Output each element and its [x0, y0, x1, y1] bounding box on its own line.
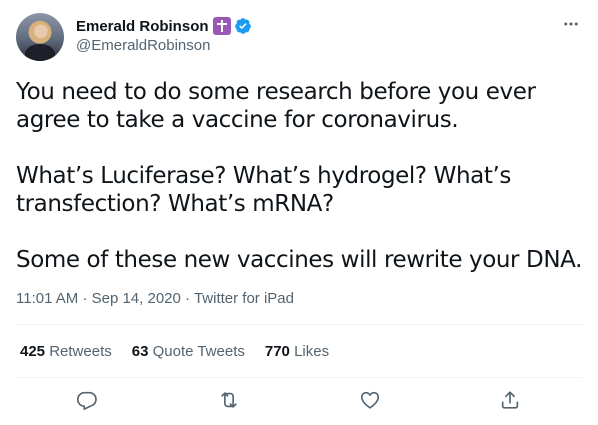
- quotes-count: 63: [131, 343, 149, 360]
- quotes-label: Quote Tweets: [152, 343, 245, 360]
- quotes-stat[interactable]: 63 Quote Tweets: [132, 343, 245, 360]
- avatar-figure: [25, 44, 55, 61]
- handle[interactable]: @EmeraldRobinson: [76, 37, 252, 54]
- share-button[interactable]: [499, 389, 523, 413]
- display-name[interactable]: Emerald Robinson: [76, 18, 209, 35]
- retweets-label: Retweets: [49, 343, 112, 360]
- reply-button[interactable]: [76, 389, 100, 413]
- reply-icon: [77, 391, 97, 410]
- likes-label: Likes: [294, 343, 330, 360]
- likes-count: 770: [264, 343, 290, 360]
- divider: [16, 377, 582, 378]
- tweet-date[interactable]: Sep 14, 2020: [92, 290, 181, 307]
- divider: [16, 324, 582, 325]
- more-options-icon[interactable]: [562, 15, 580, 33]
- tweet-source[interactable]: Twitter for iPad: [194, 290, 294, 307]
- retweets-count: 425: [20, 343, 46, 360]
- meta-separator: ·: [185, 290, 191, 307]
- retweet-button[interactable]: [218, 389, 242, 413]
- tweet-text: You need to do some research before you …: [16, 79, 582, 273]
- heart-icon: [360, 391, 380, 409]
- tweet-meta: 11:01 AM · Sep 14, 2020 · Twitter for iP…: [16, 290, 294, 307]
- action-bar: [0, 385, 598, 419]
- tweet-time[interactable]: 11:01 AM: [16, 290, 78, 307]
- like-button[interactable]: [359, 389, 383, 413]
- avatar[interactable]: [16, 13, 64, 61]
- share-icon: [501, 391, 519, 409]
- latin-cross-icon: [212, 17, 231, 35]
- engagement-stats: 425 Retweets 63 Quote Tweets 770 Likes: [20, 343, 349, 360]
- meta-separator: ·: [82, 290, 88, 307]
- name-row: Emerald Robinson: [76, 16, 252, 36]
- verified-badge-icon: [234, 18, 251, 34]
- likes-stat[interactable]: 770 Likes: [265, 343, 329, 360]
- retweets-stat[interactable]: 425 Retweets: [20, 343, 112, 360]
- retweet-icon: [221, 392, 237, 408]
- author-block: Emerald Robinson @EmeraldRobinson: [76, 16, 252, 54]
- tweet-header: Emerald Robinson @EmeraldRobinson: [16, 13, 582, 61]
